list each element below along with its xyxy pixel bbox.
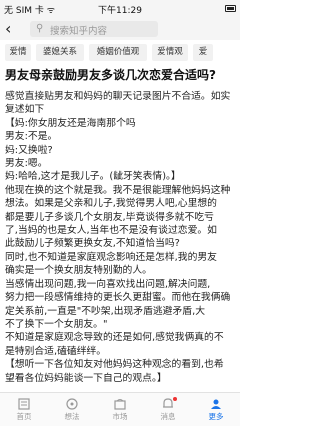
tab-home-label: 首页 — [16, 412, 32, 421]
tab-more-label: 更多 — [208, 412, 224, 421]
tab-thoughts[interactable]: 想法 — [48, 393, 96, 427]
clock: 下午11:29 — [98, 6, 142, 16]
tab-market[interactable]: 市场 — [96, 393, 144, 427]
body-line: 确实是一个换女朋友特别勤的人。 — [5, 265, 152, 277]
tab-home[interactable]: 首页 — [0, 393, 48, 427]
tag-poxi[interactable]: 婆媳关系 — [36, 44, 84, 61]
thoughts-icon — [66, 398, 78, 410]
search-placeholder: 搜索知乎内容 — [50, 26, 108, 37]
body-line: 同时,也不知道是家庭观念影响还是怎样,我的男友 — [5, 251, 217, 263]
body-line: 不知道是家庭观念导致的还是如何,感觉我俩真的不 — [5, 332, 224, 344]
body-line: 感觉直接贴男友和妈妈的聊天记录图片不合适。如实 — [5, 91, 231, 102]
tab-messages[interactable]: 消息 — [144, 393, 192, 427]
body-line: 妈:哈哈,这才是我儿子。(龇牙笑表情)。】 — [5, 171, 181, 183]
body-line: 定关系前,一直是"不吵架,出现矛盾逃避矛盾,大 — [5, 305, 205, 317]
home-icon — [18, 398, 30, 410]
more-icon — [211, 399, 221, 409]
back-arrow-icon[interactable]: ‹ — [5, 20, 11, 38]
battery-icon — [225, 5, 236, 12]
body-line: 努力把一段感情维持的更长久更甜蜜。而他在我俩确 — [5, 292, 231, 304]
search-icon: ⚲ — [36, 23, 44, 34]
body-line: 了,当妈的也是女人,当年也不是没有谈过恋爱。如 — [5, 225, 217, 237]
bottom-tab-bar: 首页 想法 市场 消息 更多 — [0, 392, 240, 426]
tag-hunyin[interactable]: 婚姻价值观 — [89, 44, 147, 61]
body-line: 他现在换的这个就是我。我不是很能理解他妈妈这种 — [5, 184, 231, 196]
topic-tags: 爱情 婆媳关系 婚姻价值观 爱情观 爱 — [0, 44, 240, 62]
tag-ai[interactable]: 爱 — [193, 44, 213, 61]
body-line: 【妈:你女朋友还是海南那个吗 — [5, 117, 136, 129]
body-line: 此鼓励儿子频繁更换女友,不知道恰当吗? — [5, 238, 180, 250]
body-line: 想法。如果是父亲和儿子,我觉得男人吧,心里想的 — [5, 198, 217, 210]
body-line: 望看各位妈妈能谈一下自己的观点。】 — [5, 372, 167, 384]
tab-more[interactable]: 更多 — [192, 393, 240, 427]
tab-messages-label: 消息 — [160, 412, 176, 421]
body-line: 男友:不是。 — [5, 131, 58, 143]
question-title: 男友母亲鼓励男友多谈几次恋爱合适吗? — [5, 68, 216, 82]
body-line: 不了换下一个女朋友。" — [5, 318, 108, 330]
body-line: 是特别合适,磕磕绊绊。 — [5, 345, 107, 357]
status-bar: 无 SIM 卡 ᯤ 下午11:29 — [0, 0, 240, 18]
market-icon — [114, 399, 126, 410]
tag-aiqing[interactable]: 爱情 — [5, 44, 31, 61]
body-line: 都是要儿子多谈几个女朋友,毕竟谈得多就不吃亏 — [5, 211, 214, 223]
search-input[interactable]: ⚲ 搜索知乎内容 — [30, 21, 158, 37]
question-body: 感觉直接贴男友和妈妈的聊天记录图片不合适。如实 复述如下 【妈:你女朋友还是海南… — [5, 90, 239, 385]
body-line: 当感情出现问题,我一向喜欢找出问题,解决问题, — [5, 278, 211, 290]
top-nav: ‹ ⚲ 搜索知乎内容 — [0, 18, 240, 40]
tab-thoughts-label: 想法 — [64, 412, 80, 421]
body-line: 【想听一下各位知友对他妈妈这种观念的看到,也希 — [5, 359, 224, 371]
tab-market-label: 市场 — [112, 412, 128, 421]
body-line: 复述如下 — [5, 104, 45, 116]
body-line: 男友:嗯。 — [5, 158, 48, 170]
body-line: 妈:又换啦? — [5, 144, 53, 156]
tag-aiqingguan[interactable]: 爱情观 — [152, 44, 188, 61]
notification-dot — [173, 397, 177, 401]
